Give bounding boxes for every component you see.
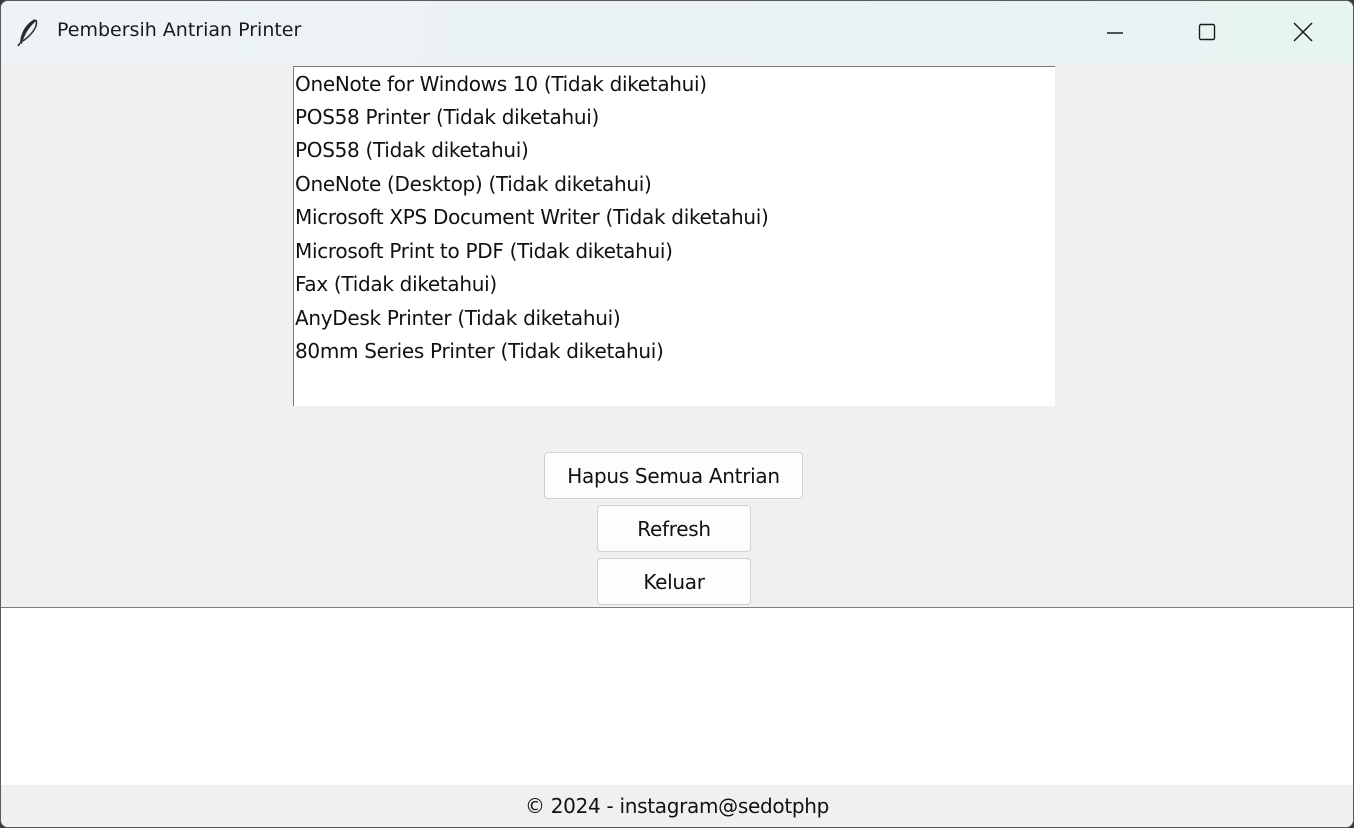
app-window: Pembersih Antrian Printer OneNote for Wi… [0,0,1354,828]
list-item[interactable]: Microsoft Print to PDF (Tidak diketahui) [295,235,673,268]
list-item[interactable]: POS58 (Tidak diketahui) [295,134,529,167]
list-item[interactable]: POS58 Printer (Tidak diketahui) [295,101,599,134]
list-item[interactable]: 80mm Series Printer (Tidak diketahui) [295,335,664,368]
minimize-button[interactable] [1069,1,1161,63]
exit-button[interactable]: Keluar [597,558,751,605]
feather-icon [15,17,41,47]
list-item[interactable]: Fax (Tidak diketahui) [295,268,497,301]
close-button[interactable] [1257,1,1349,63]
maximize-button[interactable] [1161,1,1253,63]
maximize-icon [1197,22,1217,42]
close-icon [1292,21,1314,43]
footer-text: © 2024 - instagram@sedotphp [524,794,830,818]
status-text-area[interactable] [1,607,1353,785]
title-bar[interactable]: Pembersih Antrian Printer [1,1,1353,63]
list-item[interactable]: Microsoft XPS Document Writer (Tidak dik… [295,201,769,234]
list-item[interactable]: OneNote for Windows 10 (Tidak diketahui) [295,68,707,101]
minimize-icon [1105,22,1125,42]
clear-queue-button[interactable]: Hapus Semua Antrian [544,452,803,499]
window-title: Pembersih Antrian Printer [57,19,302,41]
footer-credit: © 2024 - instagram@sedotphp [1,785,1353,827]
list-item[interactable]: OneNote (Desktop) (Tidak diketahui) [295,168,652,201]
refresh-button[interactable]: Refresh [597,505,751,552]
printer-listbox[interactable]: OneNote for Windows 10 (Tidak diketahui)… [293,66,1055,406]
list-item[interactable]: AnyDesk Printer (Tidak diketahui) [295,302,621,335]
